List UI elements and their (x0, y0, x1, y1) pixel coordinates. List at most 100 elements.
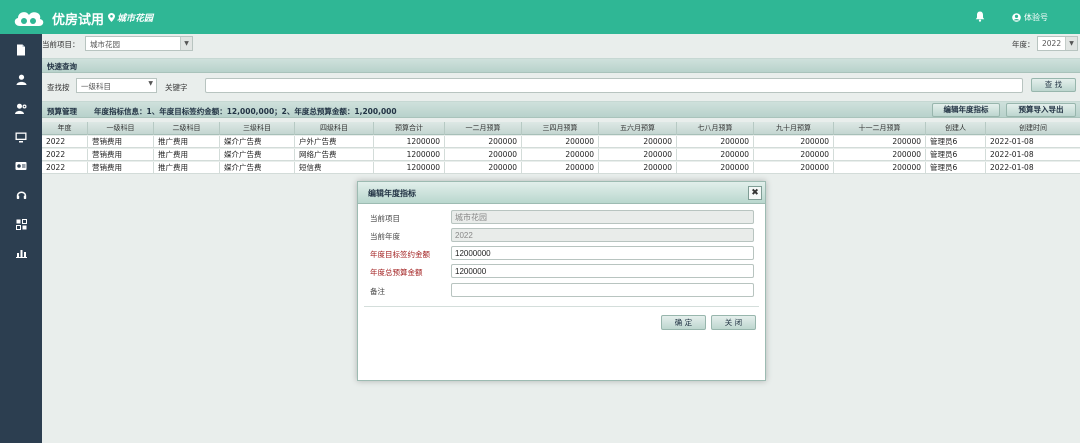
column-header[interactable]: 十一二月预算 (834, 122, 926, 135)
table-cell: 1200000 (374, 162, 445, 174)
table-row[interactable]: 2022 营销费用 推广费用 媒介广告费 户外广告费 1200000 20000… (42, 136, 1080, 148)
table-cell: 1200000 (374, 136, 445, 148)
table-cell: 200000 (522, 149, 599, 161)
filter-row: 当前项目： 城市花园 ▼ 年度： 2022 ▼ (42, 34, 1080, 54)
user-circle-icon (1012, 13, 1021, 22)
close-button[interactable]: 关 闭 (711, 315, 756, 330)
target-amount-label: 年度目标签约金额 (370, 250, 430, 259)
table-cell: 2022 (42, 162, 88, 174)
edit-annual-target-button[interactable]: 编辑年度指标 (932, 103, 1000, 117)
column-header[interactable]: 五六月预算 (599, 122, 677, 135)
find-by-select[interactable]: 一级科目 ▼ (76, 78, 157, 93)
table-cell: 户外广告费 (295, 136, 374, 148)
chevron-down-icon: ▼ (180, 37, 192, 50)
close-icon[interactable]: ✖ (748, 186, 762, 200)
column-header[interactable]: 创建人 (926, 122, 986, 135)
keyword-input[interactable] (205, 78, 1023, 93)
chevron-down-icon: ▼ (1065, 37, 1077, 50)
confirm-button[interactable]: 确 定 (661, 315, 706, 330)
monitor-icon[interactable] (14, 130, 28, 144)
project-select[interactable]: 城市花园 ▼ (85, 36, 193, 51)
location-switch[interactable]: 城市花园 (108, 11, 153, 24)
table-cell: 200000 (834, 162, 926, 174)
table-cell: 2022-01-08 (990, 137, 1034, 146)
column-header[interactable]: 创建时间 (986, 122, 1080, 135)
table-cell: 200000 (834, 149, 926, 161)
table-row[interactable]: 2022 营销费用 推广费用 媒介广告费 网络广告费 1200000 20000… (42, 149, 1080, 161)
budget-title: 预算管理 (47, 107, 77, 116)
keyword-label: 关键字 (165, 83, 188, 92)
search-button[interactable]: 查 找 (1031, 78, 1076, 92)
current-year-label: 当前年度 (370, 232, 400, 241)
user-settings-icon[interactable] (14, 101, 28, 115)
sidebar (0, 34, 42, 443)
table-cell: 200000 (754, 149, 834, 161)
table-cell: 管理员6 (926, 162, 986, 174)
table-cell: 200000 (445, 149, 522, 161)
document-icon[interactable] (14, 43, 28, 57)
table-cell: 200000 (677, 162, 754, 174)
table-header: 年度 一级科目 二级科目 三级科目 四级科目 预算合计 一二月预算 三四月预算 … (42, 122, 1080, 135)
current-year-field (451, 228, 754, 242)
remark-label: 备注 (370, 287, 385, 296)
table-cell: 200000 (445, 162, 522, 174)
apps-icon[interactable] (14, 217, 28, 231)
target-amount-input[interactable] (451, 246, 754, 260)
table-cell: 200000 (677, 149, 754, 161)
column-header[interactable]: 二级科目 (154, 122, 220, 135)
column-header[interactable]: 一二月预算 (445, 122, 522, 135)
quick-search-bar: 快速查询 (42, 58, 1080, 73)
table-cell: 1200000 (374, 149, 445, 161)
year-select[interactable]: 2022 ▼ (1037, 36, 1078, 51)
budget-amount-input[interactable] (451, 264, 754, 278)
column-header[interactable]: 一级科目 (88, 122, 154, 135)
table-cell: 200000 (522, 136, 599, 148)
column-header[interactable]: 三四月预算 (522, 122, 599, 135)
column-header[interactable]: 预算合计 (374, 122, 445, 135)
table-cell: 200000 (599, 149, 677, 161)
year-select-value: 2022 (1042, 39, 1062, 48)
caret-down-icon: ▼ (148, 80, 153, 87)
current-project-field (451, 210, 754, 224)
table-cell: 200000 (677, 136, 754, 148)
table-cell: 2022 (42, 149, 88, 161)
table-cell: 200000 (445, 136, 522, 148)
table-cell: 200000 (522, 162, 599, 174)
table-cell: 200000 (754, 162, 834, 174)
user-icon[interactable] (14, 72, 28, 86)
quick-search-title: 快速查询 (47, 62, 77, 71)
column-header[interactable]: 三级科目 (220, 122, 295, 135)
remark-input[interactable] (451, 283, 754, 297)
table-cell: 媒介广告费 (220, 136, 295, 148)
user-menu[interactable]: 体验号 (1012, 12, 1048, 23)
table-cell: 2022-01-08 (990, 163, 1034, 172)
budget-info: 年度指标信息：1、年度目标签约金额：12,000,000；2、年度总预算金额：1… (94, 107, 397, 116)
table-cell: 200000 (599, 136, 677, 148)
find-by-label: 查找按 (47, 83, 70, 92)
column-header[interactable]: 九十月预算 (754, 122, 834, 135)
card-icon[interactable] (14, 159, 28, 173)
dialog-divider (364, 306, 759, 307)
table-cell: 推广费用 (154, 149, 220, 161)
cloud-logo-icon (12, 8, 46, 28)
bell-icon[interactable] (975, 11, 985, 24)
column-header[interactable]: 年度 (42, 122, 88, 135)
find-by-value: 一级科目 (81, 82, 111, 91)
table-cell: 网络广告费 (295, 149, 374, 161)
app-title: 优房试用 (52, 13, 105, 28)
table-cell: 200000 (834, 136, 926, 148)
bar-chart-icon[interactable] (14, 246, 28, 260)
table-row[interactable]: 2022 营销费用 推广费用 媒介广告费 短信费 1200000 200000 … (42, 162, 1080, 174)
top-bar: 优房试用 城市花园 体验号 (0, 0, 1080, 34)
headset-icon[interactable] (14, 188, 28, 202)
column-header[interactable]: 四级科目 (295, 122, 374, 135)
table-cell: 短信费 (295, 162, 374, 174)
column-header[interactable]: 七八月预算 (677, 122, 754, 135)
table-cell: 推广费用 (154, 162, 220, 174)
edit-annual-target-dialog: 编辑年度指标 ✖ 当前项目 当前年度 年度目标签约金额 年度总预算金额 备注 确… (357, 181, 766, 381)
table-cell: 200000 (754, 136, 834, 148)
year-label: 年度： (1012, 40, 1035, 49)
table-cell: 营销费用 (88, 136, 154, 148)
project-select-value: 城市花园 (90, 40, 120, 49)
budget-import-export-button[interactable]: 预算导入导出 (1006, 103, 1076, 117)
